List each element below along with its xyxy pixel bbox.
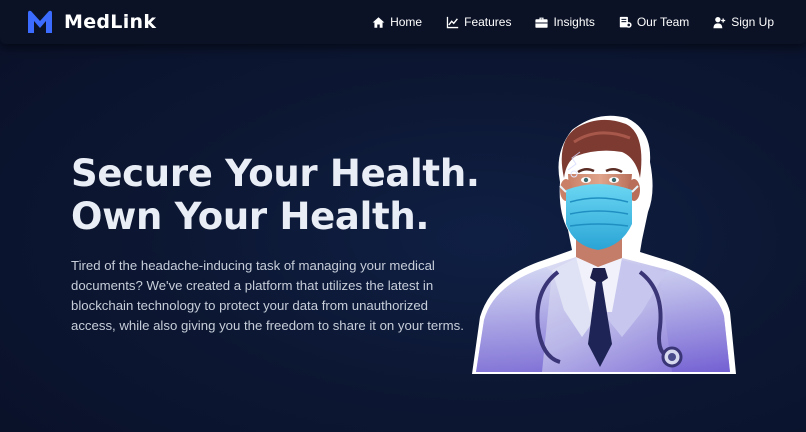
home-icon xyxy=(372,16,385,28)
nav-sign-up[interactable]: Sign Up xyxy=(713,15,774,29)
hero-description: Tired of the headache-inducing task of m… xyxy=(71,258,464,333)
medlink-logo-icon xyxy=(28,10,52,33)
nav-insights-label: Insights xyxy=(553,15,595,29)
briefcase-icon xyxy=(535,17,549,28)
nav-home-label: Home xyxy=(390,15,423,29)
nav-features-label: Features xyxy=(464,15,512,29)
brand[interactable]: MedLink xyxy=(26,8,156,36)
navbar: MedLink Home Features Insights Our Team … xyxy=(0,0,806,44)
nav-our-team[interactable]: Our Team xyxy=(619,15,689,29)
doctor-illustration xyxy=(472,115,736,374)
user-plus-icon xyxy=(713,16,726,28)
nav-features[interactable]: Features xyxy=(446,15,511,29)
team-icon xyxy=(619,16,632,28)
chart-line-icon xyxy=(446,16,459,28)
nav-insights[interactable]: Insights xyxy=(535,15,595,29)
nav-sign-up-label: Sign Up xyxy=(731,15,774,29)
hero-title-line-1: Secure Your Health. xyxy=(71,152,480,195)
brand-name: MedLink xyxy=(64,11,157,33)
hero-title-line-2: Own Your Health. xyxy=(71,195,430,238)
main-nav: Home Features Insights Our Team Sign Up xyxy=(348,0,774,44)
hero-title: Secure Your Health. Own Your Health. xyxy=(71,152,480,238)
nav-our-team-label: Our Team xyxy=(636,15,690,29)
nav-home[interactable]: Home xyxy=(372,15,422,29)
